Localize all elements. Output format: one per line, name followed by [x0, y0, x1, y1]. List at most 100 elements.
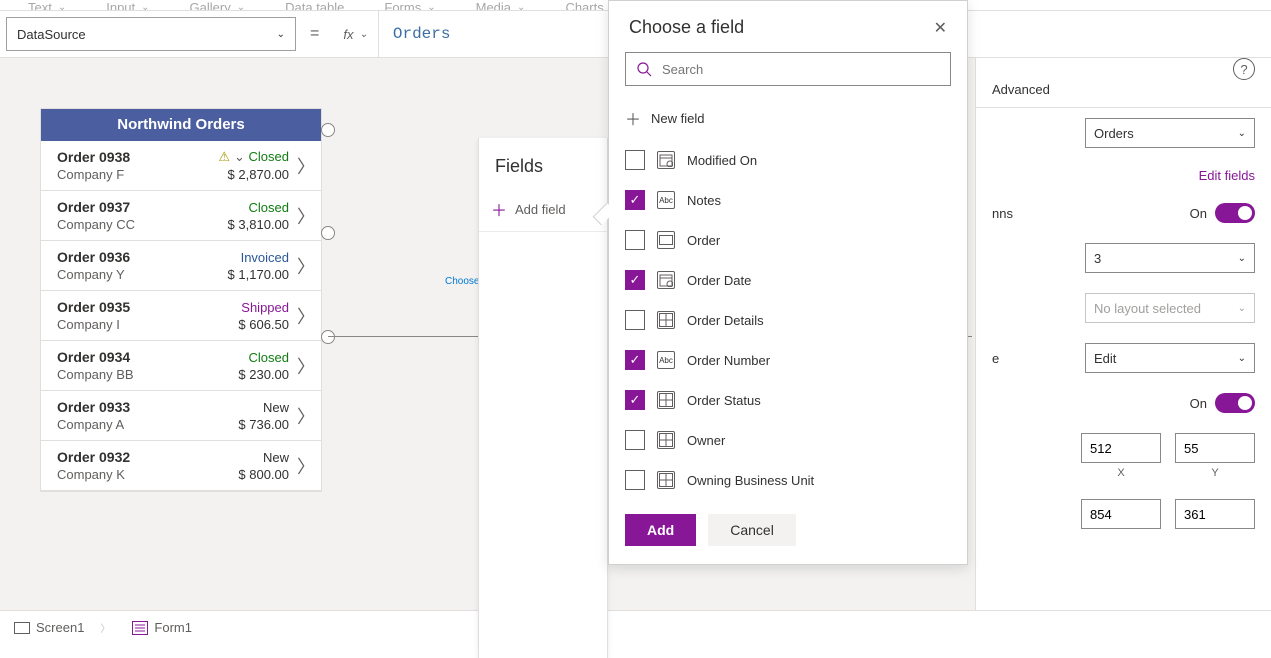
field-label: Order Number	[687, 353, 770, 368]
pos-y-input[interactable]	[1175, 433, 1255, 463]
gallery-item[interactable]: Order 0936Company YInvoiced$ 1,170.00〉	[41, 241, 321, 291]
record-type-icon	[657, 231, 675, 249]
field-row[interactable]: ✓AbcOrder Number	[609, 340, 963, 380]
gallery-item[interactable]: Order 0934Company BBClosed$ 230.00〉	[41, 341, 321, 391]
resize-handle[interactable]	[321, 226, 335, 240]
field-row[interactable]: ✓ Abc Notes	[609, 180, 963, 220]
field-row[interactable]: Owner	[609, 420, 963, 460]
field-checkbox[interactable]: ✓	[625, 390, 645, 410]
company-label: Company K	[57, 467, 209, 482]
ribbon-forms[interactable]: Forms⌄	[384, 0, 435, 10]
mode-dropdown[interactable]: Edit ⌄	[1085, 343, 1255, 373]
field-row[interactable]: ✓ Order Date	[609, 260, 963, 300]
company-label: Company I	[57, 317, 209, 332]
field-checkbox[interactable]	[625, 230, 645, 250]
company-label: Company F	[57, 167, 209, 182]
search-input[interactable]	[625, 52, 951, 86]
field-checkbox[interactable]	[625, 430, 645, 450]
columns-dropdown[interactable]: 3 ⌄	[1085, 243, 1255, 273]
size-w-input[interactable]	[1081, 499, 1161, 529]
lookup-type-icon	[657, 311, 675, 329]
field-row[interactable]: Modified On	[609, 140, 963, 180]
visible-toggle[interactable]	[1215, 393, 1255, 413]
lookup-type-icon	[657, 471, 675, 489]
warning-icon: ⚠	[218, 149, 230, 164]
tab-screen1[interactable]: Screen1 〉	[14, 620, 110, 635]
field-label: Owning Business Unit	[687, 473, 814, 488]
field-row[interactable]: Order Details	[609, 300, 963, 340]
status-label: Closed	[249, 149, 289, 164]
chevron-right-icon: 〉	[297, 453, 311, 479]
field-checkbox[interactable]: ✓	[625, 190, 645, 210]
field-checkbox[interactable]: ✓	[625, 270, 645, 290]
tab-form1[interactable]: Form1	[132, 620, 192, 635]
choose-field-popup: Choose a field ✕ ＋ New field Modified On…	[608, 0, 968, 565]
price-label: $ 230.00	[209, 367, 289, 382]
fields-pane: Fields ＋ Add field	[478, 138, 608, 658]
chevron-down-icon: ⌄	[1238, 353, 1246, 364]
gallery-item[interactable]: Order 0938Company F⚠⌄ Closed$ 2,870.00〉	[41, 141, 321, 191]
add-field-button[interactable]: ＋ Add field	[479, 187, 607, 232]
status-label: Shipped	[241, 300, 289, 315]
tab-advanced[interactable]: Advanced	[976, 72, 1066, 107]
price-label: $ 1,170.00	[209, 267, 289, 282]
price-label: $ 3,810.00	[209, 217, 289, 232]
field-checkbox[interactable]	[625, 470, 645, 490]
field-label: Notes	[687, 193, 721, 208]
field-checkbox[interactable]: ✓	[625, 350, 645, 370]
ribbon-text[interactable]: Text⌄	[28, 0, 66, 10]
cancel-button[interactable]: Cancel	[708, 514, 796, 546]
new-field-button[interactable]: ＋ New field	[609, 96, 967, 140]
chevron-right-icon: 〉	[297, 253, 311, 279]
size-h-input[interactable]	[1175, 499, 1255, 529]
snap-toggle[interactable]	[1215, 203, 1255, 223]
order-title: Order 0937	[57, 199, 209, 215]
chevron-right-icon: 〉	[297, 353, 311, 379]
status-label: Invoiced	[241, 250, 289, 265]
chevron-right-icon: 〉	[297, 203, 311, 229]
ribbon-gallery[interactable]: Gallery⌄	[190, 0, 246, 10]
datasource-dropdown[interactable]: Orders ⌄	[1085, 118, 1255, 148]
lookup-type-icon	[657, 391, 675, 409]
gallery-item[interactable]: Order 0933Company ANew$ 736.00〉	[41, 391, 321, 441]
field-row[interactable]: Owning Business Unit	[609, 460, 963, 500]
company-label: Company Y	[57, 267, 209, 282]
field-label: Modified On	[687, 153, 757, 168]
equals-sign: =	[304, 25, 325, 43]
order-title: Order 0934	[57, 349, 209, 365]
properties-pane: Advanced Orders ⌄ Edit fields nns On 3 ⌄…	[975, 58, 1271, 610]
columns-label: nns	[992, 206, 1013, 221]
gallery-header: Northwind Orders	[41, 109, 321, 141]
field-checkbox[interactable]	[625, 150, 645, 170]
ribbon-input[interactable]: Input⌄	[106, 0, 149, 10]
ribbon-datatable[interactable]: Data table	[285, 0, 344, 10]
formula-input[interactable]: Orders	[387, 25, 451, 43]
gallery-item[interactable]: Order 0937Company CCClosed$ 3,810.00〉	[41, 191, 321, 241]
edit-fields-link[interactable]: Edit fields	[1199, 168, 1255, 183]
text-type-icon: Abc	[657, 191, 675, 209]
fx-button[interactable]: fx ⌄	[333, 11, 379, 57]
field-checkbox[interactable]	[625, 310, 645, 330]
pos-x-input[interactable]	[1081, 433, 1161, 463]
lookup-type-icon	[657, 431, 675, 449]
field-label: Order Date	[687, 273, 751, 288]
help-icon[interactable]: ?	[1233, 58, 1255, 80]
gallery-northwind: Northwind Orders Order 0938Company F⚠⌄ C…	[40, 108, 322, 492]
choose-data-link[interactable]: Choose	[445, 276, 479, 287]
field-row[interactable]: Order	[609, 220, 963, 260]
ribbon-media[interactable]: Media⌄	[476, 0, 526, 10]
plus-icon: ＋	[491, 197, 507, 221]
price-label: $ 2,870.00	[209, 167, 289, 182]
price-label: $ 736.00	[209, 417, 289, 432]
add-field-label: Add field	[515, 202, 566, 217]
gallery-item[interactable]: Order 0932Company KNew$ 800.00〉	[41, 441, 321, 491]
add-button[interactable]: Add	[625, 514, 696, 546]
property-dropdown[interactable]: DataSource ⌄	[6, 17, 296, 51]
resize-handle[interactable]	[321, 330, 335, 344]
resize-handle[interactable]	[321, 123, 335, 137]
field-row[interactable]: ✓Order Status	[609, 380, 963, 420]
search-field[interactable]	[662, 62, 940, 77]
gallery-item[interactable]: Order 0935Company IShipped$ 606.50〉	[41, 291, 321, 341]
date-type-icon	[657, 271, 675, 289]
close-icon[interactable]: ✕	[934, 18, 947, 38]
